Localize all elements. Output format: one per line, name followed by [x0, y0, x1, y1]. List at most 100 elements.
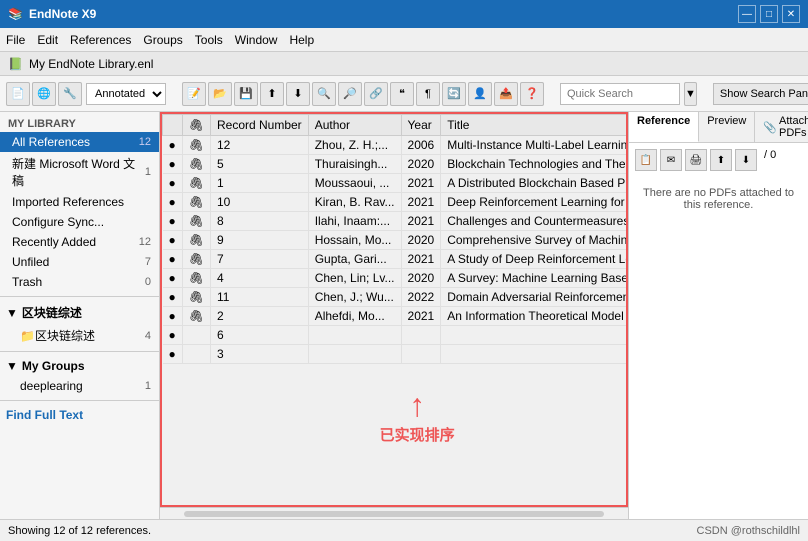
sidebar-item-unfiled-label: Unfiled [12, 255, 145, 269]
menu-help[interactable]: Help [289, 33, 314, 47]
sidebar-item-trash-label: Trash [12, 275, 145, 289]
rp-btn-copy[interactable]: 📋 [635, 149, 657, 171]
table-row[interactable]: ● 🖇 7 Gupta, Gari... 2021 A Study of Dee… [163, 250, 629, 269]
sidebar-divider-3 [0, 400, 159, 401]
sidebar-item-new-word[interactable]: 新建 Microsoft Word 文稿 1 [0, 152, 159, 192]
toolbar-export[interactable]: 📤 [494, 82, 518, 106]
toolbar-format[interactable]: ¶ [416, 82, 440, 106]
table-row[interactable]: ● 🖇 9 Hossain, Mo... 2020 Comprehensive … [163, 231, 629, 250]
sidebar-item-unfiled[interactable]: Unfiled 7 [0, 252, 159, 272]
toolbar-btn-2[interactable]: 🌐 [32, 82, 56, 106]
minimize-button[interactable]: — [738, 5, 756, 23]
sidebar-deeplearing-item[interactable]: deeplearing 1 [0, 376, 159, 396]
rp-btn-up[interactable]: ⬆ [710, 149, 732, 171]
row-year: 2020 [401, 155, 441, 174]
col-header-title[interactable]: Title [441, 115, 628, 136]
maximize-button[interactable]: □ [760, 5, 778, 23]
status-showing: Showing 12 of 12 references. [8, 525, 151, 537]
right-panel-body: 📋 ✉ 🖨 ⬆ ⬇ / 0 There are no PDFs attached… [629, 143, 808, 519]
row-title: Multi-Instance Multi-Label Learning ... [441, 136, 628, 155]
toolbar-link[interactable]: 🔗 [364, 82, 388, 106]
sidebar-item-trash[interactable]: Trash 0 [0, 272, 159, 292]
menu-edit[interactable]: Edit [37, 33, 58, 47]
toolbar-quote[interactable]: ❝ [390, 82, 414, 106]
table-row[interactable]: ● 3 [163, 345, 629, 364]
table-row[interactable]: ● 🖇 12 Zhou, Z. H.;... 2006 Multi-Instan… [163, 136, 629, 155]
row-record: 10 [210, 193, 308, 212]
library-title-bar: 📗 My EndNote Library.enl [0, 52, 808, 76]
table-row[interactable]: ● 🖇 10 Kiran, B. Rav... 2021 Deep Reinfo… [163, 193, 629, 212]
sidebar-item-all-references[interactable]: All References 12 [0, 132, 159, 152]
pdf-tab-icon: 📎 [763, 121, 777, 134]
toolbar-open[interactable]: 📂 [208, 82, 232, 106]
col-header-author[interactable]: Author [308, 115, 401, 136]
sidebar-divider-2 [0, 351, 159, 352]
show-search-panel-button[interactable]: Show Search Panel [713, 83, 808, 105]
menu-references[interactable]: References [70, 33, 131, 47]
rp-btn-print[interactable]: 🖨 [685, 149, 707, 171]
table-row[interactable]: ● 🖇 2 Alhefdi, Mo... 2021 An Information… [163, 307, 629, 326]
menu-tools[interactable]: Tools [195, 33, 223, 47]
search-go-button[interactable]: ▼ [684, 82, 697, 106]
toolbar-help[interactable]: ❓ [520, 82, 544, 106]
sidebar-my-library-header: My Library [0, 116, 159, 132]
quick-search-input[interactable] [560, 83, 680, 105]
horizontal-scrollbar[interactable] [160, 507, 628, 519]
sidebar-item-configure-sync[interactable]: Configure Sync... [0, 212, 159, 232]
sidebar-blockchain-group-header[interactable]: ▼ 区块链综述 [0, 301, 159, 324]
toolbar-up[interactable]: ⬆ [260, 82, 284, 106]
table-row[interactable]: ● 🖇 1 Moussaoui, ... 2021 A Distributed … [163, 174, 629, 193]
row-dot: ● [163, 174, 183, 193]
row-attachment [182, 326, 210, 345]
row-dot: ● [163, 193, 183, 212]
table-row[interactable]: ● 6 [163, 326, 629, 345]
sidebar-item-imported-refs[interactable]: Imported References [0, 192, 159, 212]
col-header-attachment[interactable]: 🖇 [182, 115, 210, 136]
table-row[interactable]: ● 🖇 11 Chen, J.; Wu... 2022 Domain Adver… [163, 288, 629, 307]
row-record: 9 [210, 231, 308, 250]
row-attachment [182, 345, 210, 364]
menu-groups[interactable]: Groups [143, 33, 182, 47]
col-header-year[interactable]: Year [401, 115, 441, 136]
close-button[interactable]: ✕ [782, 5, 800, 23]
table-row[interactable]: ● 🖇 4 Chen, Lin; Lv... 2020 A Survey: Ma… [163, 269, 629, 288]
row-title: An Information Theoretical Model t... [441, 307, 628, 326]
sidebar-blockchain-sub[interactable]: 📁 区块链综述 4 [0, 324, 159, 347]
toolbar-sync[interactable]: 🔄 [442, 82, 466, 106]
menu-window[interactable]: Window [235, 33, 278, 47]
rp-btn-email[interactable]: ✉ [660, 149, 682, 171]
content-area: 🖇 Record Number Author Year Title Rating… [160, 112, 628, 519]
toolbar-new[interactable]: 📝 [182, 82, 206, 106]
tab-preview[interactable]: Preview [699, 112, 755, 142]
toolbar-btn-3[interactable]: 🔧 [58, 82, 82, 106]
app-title: EndNote X9 [29, 7, 96, 21]
menu-file[interactable]: File [6, 33, 25, 47]
style-dropdown[interactable]: Annotated [86, 83, 166, 105]
toolbar-save[interactable]: 💾 [234, 82, 258, 106]
tab-attached-pdfs[interactable]: 📎 Attached PDFs [755, 112, 808, 142]
title-bar: 📚 EndNote X9 — □ ✕ [0, 0, 808, 28]
toolbar-nav-group: 📄 🌐 🔧 [6, 82, 82, 106]
reference-table-container[interactable]: 🖇 Record Number Author Year Title Rating… [160, 112, 628, 507]
tab-reference[interactable]: Reference [629, 112, 699, 142]
rp-btn-down[interactable]: ⬇ [735, 149, 757, 171]
row-author: Alhefdi, Mo... [308, 307, 401, 326]
table-row[interactable]: ● 🖇 5 Thuraisingh... 2020 Blockchain Tec… [163, 155, 629, 174]
row-record: 12 [210, 136, 308, 155]
row-author: Chen, J.; Wu... [308, 288, 401, 307]
row-year: 2021 [401, 212, 441, 231]
table-row[interactable]: ● 🖇 8 Ilahi, Inaam:... 2021 Challenges a… [163, 212, 629, 231]
toolbar-search[interactable]: 🔍 [312, 82, 336, 106]
toolbar-btn-1[interactable]: 📄 [6, 82, 30, 106]
toolbar-share[interactable]: 👤 [468, 82, 492, 106]
col-header-dot[interactable] [163, 115, 183, 136]
row-record: 8 [210, 212, 308, 231]
arrow-icon: ↑ [380, 387, 455, 424]
toolbar-down[interactable]: ⬇ [286, 82, 310, 106]
sidebar-my-groups-header[interactable]: ▼ My Groups [0, 356, 159, 376]
sidebar-find-full-text[interactable]: Find Full Text [0, 405, 159, 425]
col-header-record[interactable]: Record Number [210, 115, 308, 136]
row-year: 2021 [401, 193, 441, 212]
sidebar-item-recently-added[interactable]: Recently Added 12 [0, 232, 159, 252]
toolbar-find[interactable]: 🔎 [338, 82, 362, 106]
